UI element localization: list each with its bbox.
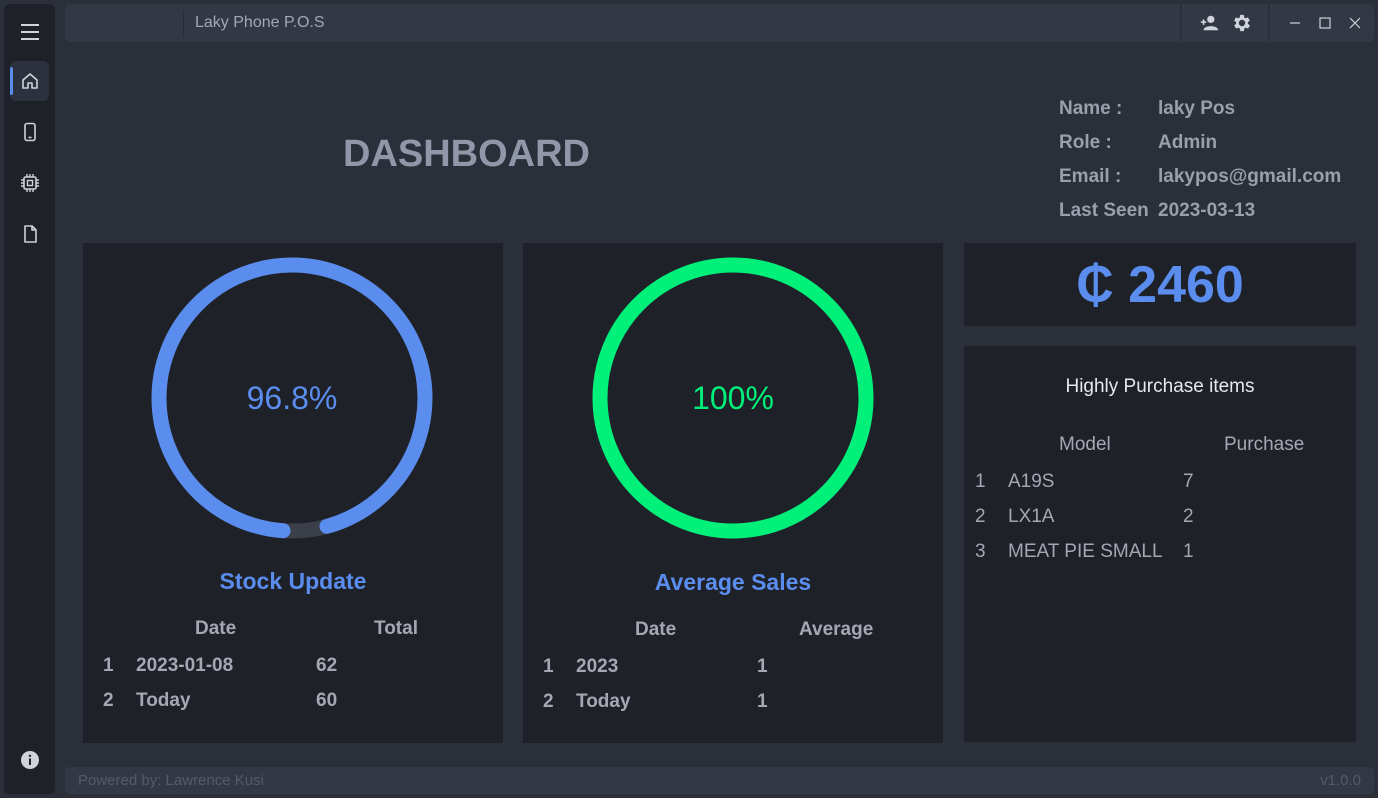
- sales-ring: 100%: [592, 257, 874, 539]
- row-model: MEAT PIE SMALL: [1008, 541, 1163, 562]
- sales-col-average: Average: [799, 619, 874, 640]
- settings-button[interactable]: [1231, 12, 1253, 34]
- nav-chip[interactable]: [10, 163, 49, 203]
- row-index: 1: [975, 471, 986, 492]
- close-icon: [1349, 17, 1361, 29]
- phone-icon: [23, 122, 36, 142]
- row-model: A19S: [1008, 471, 1055, 492]
- footer: Powered by: Lawrence Kusi v1.0.0: [65, 767, 1374, 794]
- row-purchase: 2: [1183, 506, 1194, 527]
- stock-col-date: Date: [195, 618, 237, 639]
- user-email: lakypos@gmail.com: [1158, 166, 1342, 187]
- name-label: Name :: [1059, 98, 1123, 119]
- user-name-row: Name : laky Pos: [1059, 92, 1341, 126]
- row-index: 2: [543, 691, 554, 712]
- sales-title: Average Sales: [654, 569, 812, 595]
- sidebar: [4, 4, 55, 794]
- stock-ring: 96.8%: [151, 257, 433, 539]
- add-user-icon: [1200, 15, 1219, 31]
- app-title: Laky Phone P.O.S: [195, 14, 325, 31]
- divider: [183, 10, 184, 38]
- user-last-seen: 2023-03-13: [1158, 200, 1256, 221]
- row-model: LX1A: [1008, 506, 1055, 527]
- row-total: 60: [316, 690, 338, 711]
- total-amount-card: ₵ 2460: [964, 243, 1356, 326]
- table-row: 1 2023-01-08 62: [83, 655, 503, 685]
- row-purchase: 7: [1183, 471, 1194, 492]
- chip-icon: [20, 174, 39, 192]
- purchases-title: Highly Purchase items: [1065, 376, 1255, 397]
- row-purchase: 1: [1183, 541, 1194, 562]
- purchases-col-model: Model: [1059, 434, 1111, 455]
- info-button[interactable]: [10, 740, 49, 780]
- stock-table: Date Total 1 2023-01-08 62 2 Today 60: [83, 618, 503, 728]
- row-index: 2: [103, 690, 114, 711]
- add-user-button[interactable]: [1198, 12, 1220, 34]
- row-date: Today: [576, 691, 631, 712]
- purchases-col-purchase: Purchase: [1224, 434, 1305, 455]
- menu-button[interactable]: [10, 12, 49, 52]
- row-date: 2023-01-08: [136, 655, 234, 676]
- row-index: 2: [975, 506, 986, 527]
- sales-table: Date Average 1 2023 1 2 Today 1: [523, 619, 943, 729]
- gear-icon: [1234, 14, 1250, 32]
- row-date: 2023: [576, 656, 619, 677]
- table-row: 2 Today 60: [83, 690, 503, 720]
- maximize-button[interactable]: [1315, 13, 1335, 33]
- row-index: 1: [103, 655, 114, 676]
- table-row: 1 2023 1: [523, 656, 943, 686]
- document-icon: [23, 225, 37, 243]
- row-index: 3: [975, 541, 986, 562]
- email-label: Email :: [1059, 166, 1122, 187]
- row-date: Today: [136, 690, 191, 711]
- user-role-row: Role : Admin: [1059, 126, 1341, 160]
- nav-document[interactable]: [10, 214, 49, 254]
- row-average: 1: [757, 656, 768, 677]
- total-amount: ₵ 2460: [1076, 255, 1244, 314]
- divider: [1268, 4, 1270, 42]
- maximize-icon: [1319, 17, 1331, 29]
- highly-purchased-card: Highly Purchase items Model Purchase 1 A…: [964, 346, 1356, 742]
- page-title: DASHBOARD: [343, 133, 590, 175]
- hamburger-icon: [20, 24, 39, 40]
- user-name: laky Pos: [1158, 98, 1236, 119]
- app-version: v1.0.0: [1320, 772, 1361, 789]
- table-row: 2 Today 1: [523, 691, 943, 721]
- user-email-row: Email : lakypos@gmail.com: [1059, 160, 1341, 194]
- row-index: 1: [543, 656, 554, 677]
- sales-percent: 100%: [692, 379, 774, 416]
- divider: [1180, 4, 1182, 42]
- row-average: 1: [757, 691, 768, 712]
- user-role: Admin: [1158, 132, 1218, 153]
- nav-phones[interactable]: [10, 112, 49, 152]
- info-icon: [20, 751, 39, 769]
- stock-col-total: Total: [374, 618, 418, 639]
- sales-col-date: Date: [635, 619, 677, 640]
- user-info: Name : laky Pos Role : Admin Email : lak…: [1059, 92, 1341, 228]
- stock-percent: 96.8%: [246, 379, 338, 416]
- home-icon: [21, 73, 38, 89]
- average-sales-card: 100% Average Sales Date Average 1 2023 1…: [523, 243, 943, 743]
- role-label: Role :: [1059, 132, 1112, 153]
- nav-home[interactable]: [10, 61, 49, 101]
- title-bar: Laky Phone P.O.S: [65, 4, 1374, 42]
- close-button[interactable]: [1345, 13, 1365, 33]
- footer-credit: Powered by: Lawrence Kusi: [78, 772, 264, 789]
- stock-title: Stock Update: [219, 568, 367, 594]
- last-seen-label: Last Seen: [1059, 200, 1149, 221]
- row-total: 62: [316, 655, 338, 676]
- minimize-icon: [1290, 22, 1300, 24]
- minimize-button[interactable]: [1285, 13, 1305, 33]
- stock-update-card: 96.8% Stock Update Date Total 1 2023-01-…: [83, 243, 503, 743]
- user-last-seen-row: Last Seen 2023-03-13: [1059, 194, 1341, 228]
